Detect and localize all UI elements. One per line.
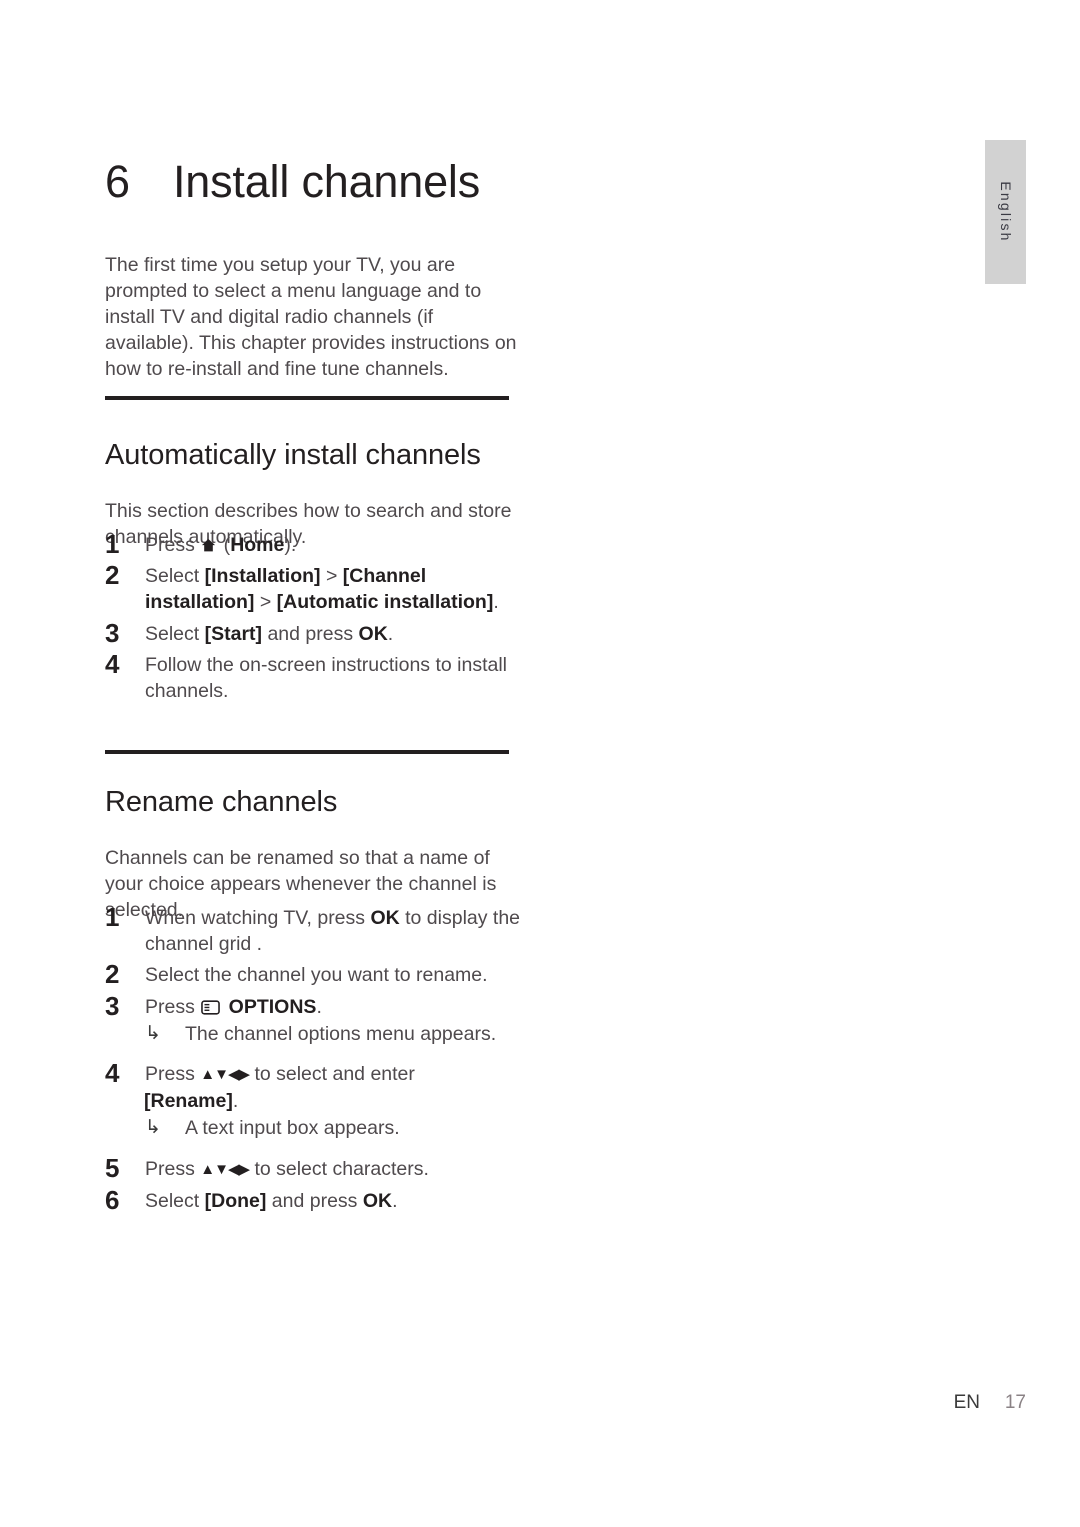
- step-text-mid: to select characters.: [249, 1157, 429, 1180]
- step-number: 2: [105, 560, 120, 591]
- step-result: ↳ A text input box appears.: [145, 1115, 525, 1141]
- step-text-bold: Home: [230, 534, 285, 556]
- chapter-heading: 6 Install channels: [105, 156, 705, 208]
- step-text-post: (: [218, 534, 231, 556]
- step-item: 4 Follow the on-screen instructions to i…: [105, 648, 525, 704]
- step-text: Select [Done] and press OK.: [145, 1188, 525, 1214]
- step-text-pre: Select: [145, 622, 205, 645]
- step-list-2: 1 When watching TV, press OK to display …: [105, 902, 525, 1219]
- step-text: Select [Start] and press OK.: [145, 621, 525, 647]
- step-item: 1 Press (Home).: [105, 529, 525, 559]
- step-result: ↳ The channel options menu appears.: [145, 1021, 525, 1047]
- manual-page: English 6 Install channels The first time…: [0, 0, 1080, 1527]
- step-text: Select [Installation] > [Channel install…: [145, 563, 525, 615]
- step-text-mid: to select and enter: [249, 1063, 415, 1086]
- step-text-bold: [Rename]: [144, 1090, 233, 1113]
- step-text: Press ▲▼◀▶ to select characters.: [145, 1156, 525, 1183]
- home-icon: [201, 538, 216, 553]
- navigation-arrows-icon: ▲▼◀▶: [200, 1066, 250, 1084]
- result-arrow-icon: ↳: [145, 1117, 161, 1139]
- result-arrow-icon: ↳: [145, 1022, 161, 1044]
- section-rule-1: [105, 396, 509, 400]
- step-text-pre: Press: [145, 1157, 201, 1180]
- step-number: 3: [105, 617, 120, 648]
- language-tab-label: English: [997, 181, 1014, 243]
- section-title-2: Rename channels: [105, 786, 338, 819]
- step-text-tail: .: [232, 1090, 239, 1113]
- step-text-tail: .: [392, 1189, 398, 1212]
- step-item: 6 Select [Done] and press OK.: [105, 1184, 525, 1215]
- step-item: 2 Select [Installation] > [Channel insta…: [105, 560, 525, 615]
- step-text-tail: .: [493, 591, 499, 614]
- step-number: 1: [105, 529, 120, 559]
- step-item: 5 Press ▲▼◀▶ to select characters.: [105, 1152, 525, 1183]
- step-text: When watching TV, press OK to display th…: [145, 905, 525, 957]
- step-item: 3 Press OPTIONS. ↳ The channel options me…: [105, 990, 525, 1047]
- navigation-arrows-icon: ▲▼◀▶: [200, 1160, 250, 1178]
- step-text-mid: and press: [262, 622, 359, 645]
- chapter-title: Install channels: [173, 156, 480, 208]
- step-text: Press (Home).: [145, 532, 525, 558]
- step-text-bold-3: [Automatic installation]: [276, 591, 494, 614]
- step-list-1: 1 Press (Home). 2 Select [Installation] …: [105, 529, 525, 709]
- step-text-mid: >: [320, 565, 343, 588]
- step-text: Press ▲▼◀▶ to select and enter: [145, 1061, 525, 1088]
- chapter-number: 6: [105, 156, 130, 208]
- step-text: Follow the on-screen instructions to ins…: [145, 653, 507, 703]
- step-text-tail: ).: [284, 534, 297, 556]
- section-rule-2: [105, 750, 509, 754]
- footer-locale: EN: [953, 1392, 980, 1413]
- step-text-pre: Select: [145, 565, 205, 588]
- footer-page-number: 17: [1004, 1392, 1026, 1413]
- step-text-pre: Press: [145, 1063, 201, 1086]
- step-text-tail: .: [316, 995, 322, 1018]
- step-text-pre: Select: [145, 1189, 205, 1212]
- step-text-bold: [Installation]: [204, 565, 321, 588]
- step-number: 5: [105, 1152, 120, 1183]
- step-text-pre: Press: [145, 995, 201, 1018]
- step-text-mid: and press: [266, 1189, 363, 1212]
- step-text-mid-2: >: [254, 591, 277, 614]
- step-number: 4: [105, 648, 120, 679]
- step-item: 4 Press ▲▼◀▶ to select and enter [Rename…: [105, 1058, 525, 1142]
- step-result-text: A text input box appears.: [185, 1117, 400, 1140]
- step-number: 6: [105, 1184, 120, 1215]
- step-text-bold: [Done]: [204, 1189, 267, 1212]
- step-text-bold-2: OK: [358, 622, 388, 645]
- step-text-pre: Press: [145, 534, 201, 556]
- step-number: 1: [105, 902, 120, 932]
- page-footer: EN 17: [0, 1392, 1026, 1414]
- step-text-pre: When watching TV, press: [145, 907, 371, 929]
- step-result-text: The channel options menu appears.: [185, 1022, 497, 1045]
- step-text-bold: [Start]: [204, 622, 263, 645]
- step-text-bold: OK: [370, 907, 400, 929]
- step-item: 3 Select [Start] and press OK.: [105, 617, 525, 648]
- step-text-continuation: [Rename].: [144, 1088, 525, 1114]
- options-icon: [201, 1000, 221, 1015]
- step-text: Press OPTIONS.: [145, 994, 525, 1020]
- step-item: 1 When watching TV, press OK to display …: [105, 902, 525, 957]
- step-number: 2: [105, 959, 120, 990]
- step-text: Select the channel you want to rename.: [145, 964, 488, 987]
- chapter-intro: The first time you setup your TV, you ar…: [105, 253, 517, 381]
- section-title-1: Automatically install channels: [105, 439, 481, 472]
- language-tab: English: [985, 140, 1026, 284]
- step-number: 3: [105, 990, 120, 1021]
- step-number: 4: [105, 1058, 120, 1089]
- step-item: 2 Select the channel you want to rename.: [105, 959, 525, 990]
- step-text-bold-2: OK: [362, 1189, 393, 1212]
- step-text-tail: .: [387, 622, 394, 645]
- step-text-bold: OPTIONS: [223, 995, 317, 1018]
